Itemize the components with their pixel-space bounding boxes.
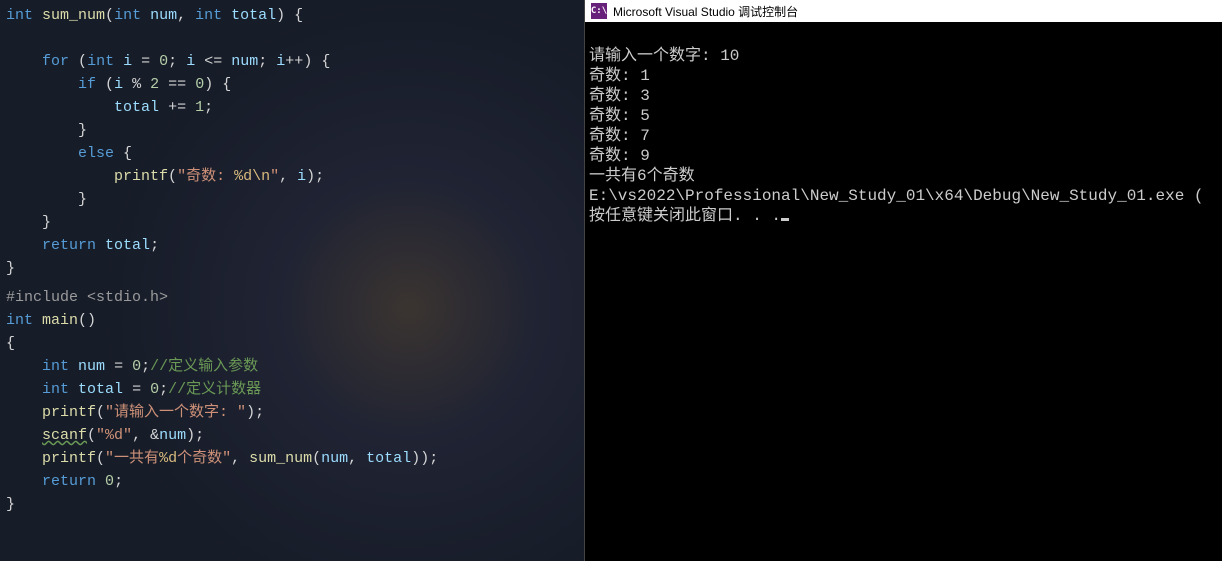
code-line: int num = 0;//定义输入参数 [6, 355, 578, 378]
code-line: } [6, 493, 578, 516]
code-line: } [6, 211, 578, 234]
code-line: int sum_num(int num, int total) { [6, 4, 578, 27]
console-line: 奇数: 1 [589, 67, 650, 85]
code-line: printf("一共有%d个奇数", sum_num(num, total)); [6, 447, 578, 470]
code-editor[interactable]: int sum_num(int num, int total) { for (i… [0, 0, 584, 561]
code-line: int total = 0;//定义计数器 [6, 378, 578, 401]
code-line: #include <stdio.h> [6, 286, 578, 309]
code-line: for (int i = 0; i <= num; i++) { [6, 50, 578, 73]
code-line: { [6, 332, 578, 355]
console-line: 奇数: 9 [589, 147, 650, 165]
code-line: } [6, 119, 578, 142]
code-line: return total; [6, 234, 578, 257]
code-line: if (i % 2 == 0) { [6, 73, 578, 96]
code-line: scanf("%d", &num); [6, 424, 578, 447]
code-line: total += 1; [6, 96, 578, 119]
console-title: Microsoft Visual Studio 调试控制台 [613, 3, 798, 20]
code-line: int main() [6, 309, 578, 332]
console-icon: C:\ [591, 3, 607, 19]
console-line: 一共有6个奇数 [589, 167, 695, 185]
console-line: 奇数: 3 [589, 87, 650, 105]
code-line: } [6, 257, 578, 280]
console-line: 请输入一个数字: 10 [589, 47, 739, 65]
code-line: printf("奇数: %d\n", i); [6, 165, 578, 188]
code-line: return 0; [6, 470, 578, 493]
code-line: else { [6, 142, 578, 165]
console-window: C:\ Microsoft Visual Studio 调试控制台 请输入一个数… [584, 0, 1222, 561]
cursor-icon [781, 218, 789, 221]
code-line: } [6, 188, 578, 211]
code-line [6, 27, 578, 50]
console-line: E:\vs2022\Professional\New_Study_01\x64\… [589, 187, 1204, 205]
console-line: 奇数: 7 [589, 127, 650, 145]
code-line: printf("请输入一个数字: "); [6, 401, 578, 424]
console-titlebar[interactable]: C:\ Microsoft Visual Studio 调试控制台 [585, 0, 1222, 22]
console-line: 按任意键关闭此窗口. . . [589, 207, 781, 225]
console-line: 奇数: 5 [589, 107, 650, 125]
console-output[interactable]: 请输入一个数字: 10 奇数: 1 奇数: 3 奇数: 5 奇数: 7 奇数: … [585, 22, 1222, 561]
